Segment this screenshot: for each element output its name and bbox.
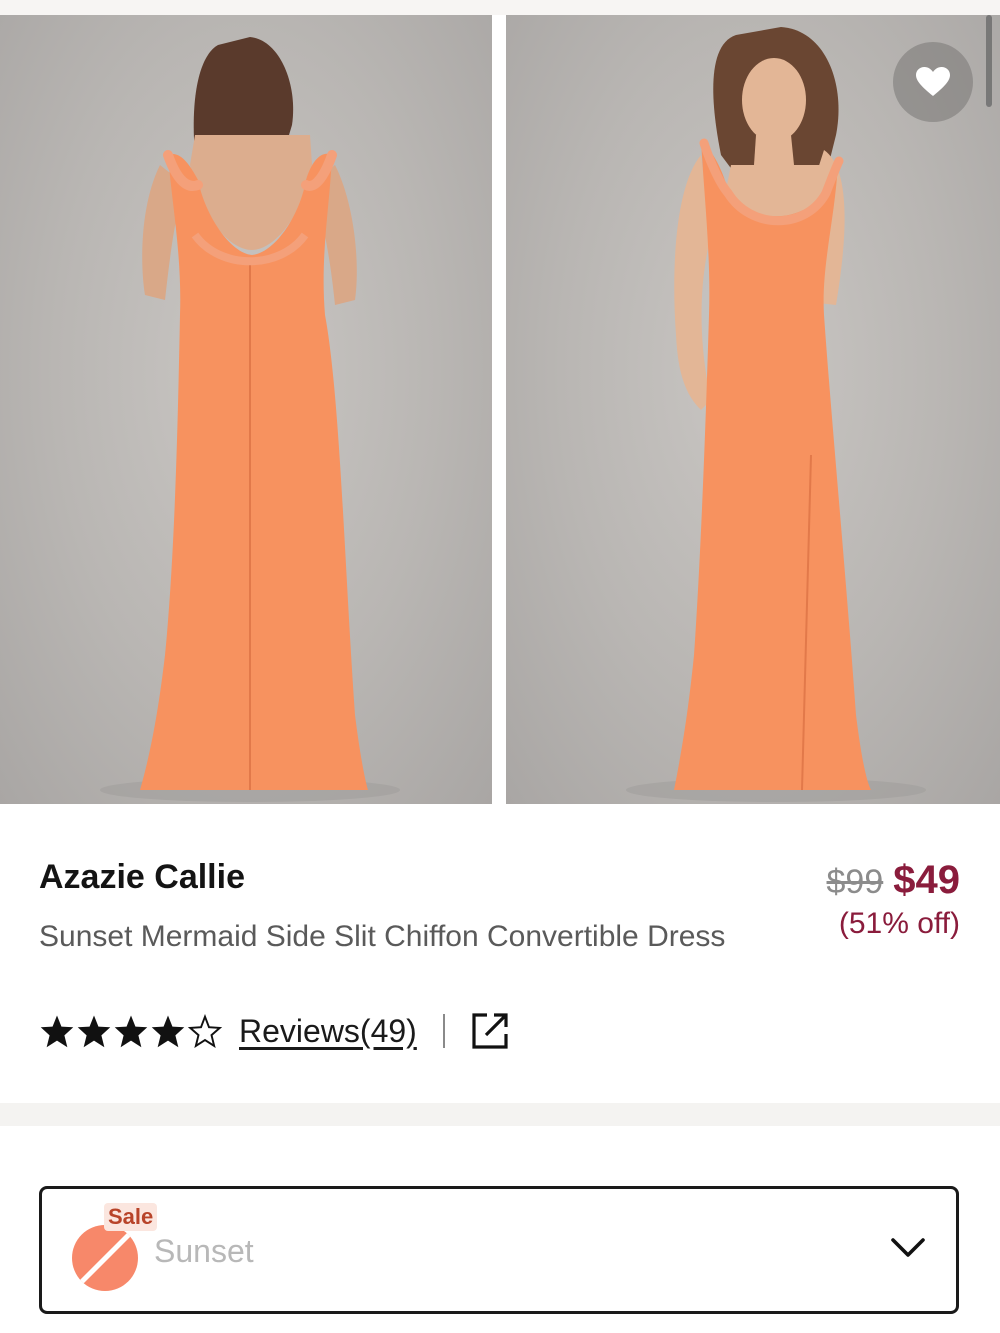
star-empty-icon [187,1014,223,1048]
external-link-icon [472,1013,508,1049]
swatch-slash [74,1228,135,1290]
page-scrollbar[interactable] [986,15,992,107]
reviews-link[interactable]: Reviews(49) [239,1013,417,1050]
chevron-down-icon [891,1238,925,1257]
color-swatch-group: Sale [72,1203,158,1293]
product-brand: Azazie Callie [39,858,245,896]
color-value: Sunset [154,1233,254,1269]
top-strip [0,0,1000,15]
sale-badge: Sale [104,1203,158,1231]
discount-label: (51% off) [838,907,960,940]
wishlist-button[interactable] [893,42,973,122]
rating-row: Reviews(49) [39,1008,509,1054]
star-filled-icon [40,1015,74,1048]
product-subtitle: Sunset Mermaid Side Slit Chiffon Convert… [39,920,726,953]
star-rating [39,1014,223,1048]
gallery-gap [492,15,506,804]
sale-price: $49 [893,858,960,902]
star-filled-icon [77,1015,111,1048]
section-divider [0,1103,1000,1126]
price-box: $99 $49 (51% off) [827,858,960,944]
heart-icon [916,67,950,96]
product-image-back[interactable] [0,15,492,804]
dress-front-illustration [626,27,926,802]
color-dropdown[interactable]: Sale Sunset [39,1186,959,1314]
star-filled-icon [114,1015,148,1048]
share-button[interactable] [471,1012,509,1050]
price-row: $99 $49 [827,858,960,904]
original-price: $99 [826,863,884,901]
rating-divider [442,1014,445,1048]
dress-back-illustration [100,37,400,802]
product-image-front[interactable] [506,15,1000,804]
star-filled-icon [151,1015,185,1048]
color-swatch [72,1225,138,1291]
